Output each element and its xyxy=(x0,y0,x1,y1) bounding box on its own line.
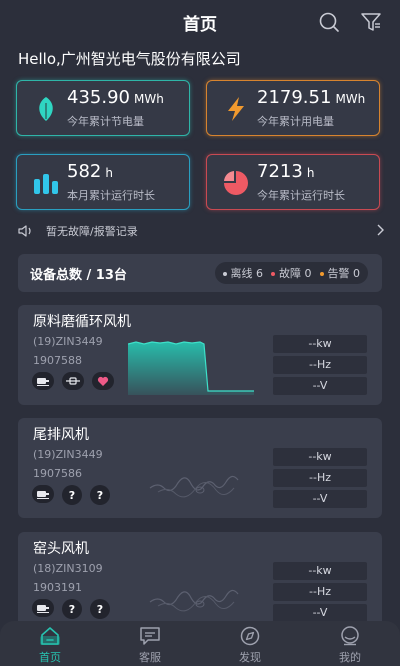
stat-label: 今年累计节电量 xyxy=(67,115,144,128)
tab-customer-service[interactable]: 客服 xyxy=(100,621,200,666)
tab-home[interactable]: 首页 xyxy=(0,621,100,666)
frequency-reading: --Hz xyxy=(273,356,367,374)
device-number: 1907586 xyxy=(33,467,82,480)
stat-card-energy-used[interactable]: 2179.51 MWh 今年累计用电量 xyxy=(206,80,380,136)
device-card[interactable]: 尾排风机 (19)ZIN3449 1907586 ? ? --kw --Hz -… xyxy=(18,418,382,518)
greeting-text: Hello,广州智光电气股份有限公司 xyxy=(18,50,241,68)
device-status-counts: 离线 6 故障 0 告警 0 xyxy=(214,262,368,284)
notice-text: 暂无故障/报警记录 xyxy=(46,225,138,238)
no-data-wave-illustration xyxy=(149,589,239,612)
alarm-count-label: 告警 0 xyxy=(327,267,361,280)
stat-card-monthly-runtime[interactable]: 582 h 本月累计运行时长 xyxy=(16,154,190,210)
coupling-icon xyxy=(62,372,84,390)
power-reading: --kw xyxy=(273,335,367,353)
question-icon: ? xyxy=(90,599,110,619)
question-icon: ? xyxy=(90,485,110,505)
alarm-notice-bar[interactable]: 暂无故障/报警记录 xyxy=(18,221,384,241)
motor-icon xyxy=(32,372,54,390)
heart-icon xyxy=(92,372,114,390)
stat-unit: h xyxy=(105,166,113,180)
device-name: 原料磨循环风机 xyxy=(33,314,131,330)
stat-label: 本月累计运行时长 xyxy=(67,189,155,202)
alarm-count: 告警 0 xyxy=(319,265,361,281)
leaf-icon xyxy=(39,97,53,121)
frequency-reading: --Hz xyxy=(273,583,367,601)
device-name: 窑头风机 xyxy=(33,541,89,557)
lightning-icon xyxy=(228,97,244,121)
frequency-reading: --Hz xyxy=(273,469,367,487)
power-reading: --kw xyxy=(273,448,367,466)
device-name: 尾排风机 xyxy=(33,427,89,443)
top-header: 首页 xyxy=(0,0,400,44)
offline-count-label: 离线 6 xyxy=(230,267,264,280)
profile-icon xyxy=(341,626,359,646)
tab-label: 发现 xyxy=(239,651,261,664)
device-number: 1903191 xyxy=(33,581,82,594)
stat-label: 今年累计运行时长 xyxy=(257,189,345,202)
home-icon xyxy=(40,627,60,645)
question-icon: ? xyxy=(62,599,82,619)
pie-chart-icon xyxy=(224,171,248,195)
voltage-reading: --V xyxy=(273,377,367,395)
stat-unit: MWh xyxy=(133,92,164,106)
compass-icon xyxy=(240,626,260,646)
fault-count-label: 故障 0 xyxy=(279,267,312,280)
tab-profile[interactable]: 我的 xyxy=(300,621,400,666)
tab-label: 我的 xyxy=(339,651,361,664)
device-code: (19)ZIN3449 xyxy=(33,448,103,461)
device-code: (18)ZIN3109 xyxy=(33,562,103,575)
search-icon[interactable] xyxy=(318,11,340,33)
stat-value: 7213 xyxy=(257,161,303,182)
bottom-tab-bar: 首页 客服 发现 我的 xyxy=(0,621,400,666)
stat-card-energy-saved[interactable]: 435.90 MWh 今年累计节电量 xyxy=(16,80,190,136)
no-data-wave-illustration xyxy=(149,475,239,498)
stat-value: 435.90 xyxy=(67,87,130,108)
power-reading: --kw xyxy=(273,562,367,580)
stat-value: 2179.51 xyxy=(257,87,332,108)
page-title: 首页 xyxy=(183,14,217,35)
device-number: 1907588 xyxy=(33,354,82,367)
tab-discover[interactable]: 发现 xyxy=(200,621,300,666)
device-code: (19)ZIN3449 xyxy=(33,335,103,348)
chevron-right-icon xyxy=(377,224,384,236)
device-card[interactable]: 原料磨循环风机 (19)ZIN3449 1907588 --kw --Hz --… xyxy=(18,305,382,405)
stat-unit: MWh xyxy=(335,92,366,106)
stat-value: 582 xyxy=(67,161,102,182)
filter-icon[interactable] xyxy=(360,11,382,33)
question-icon: ? xyxy=(62,485,82,505)
bar-chart-icon xyxy=(34,174,58,194)
fault-count: 故障 0 xyxy=(271,265,312,281)
device-total: 设备总数 / 13台 xyxy=(30,268,127,283)
tab-label: 首页 xyxy=(39,651,61,664)
speaker-icon xyxy=(18,225,31,237)
voltage-reading: --V xyxy=(273,604,367,622)
motor-icon xyxy=(32,485,54,503)
offline-count: 离线 6 xyxy=(222,265,264,281)
tab-label: 客服 xyxy=(139,651,161,664)
stat-label: 今年累计用电量 xyxy=(257,115,334,128)
voltage-reading: --V xyxy=(273,490,367,508)
device-card[interactable]: 窑头风机 (18)ZIN3109 1903191 ? ? --kw --Hz -… xyxy=(18,532,382,632)
stat-card-yearly-runtime[interactable]: 7213 h 今年累计运行时长 xyxy=(206,154,380,210)
stat-unit: h xyxy=(306,166,315,180)
device-summary: 设备总数 / 13台 离线 6 故障 0 告警 0 xyxy=(18,254,382,292)
message-icon xyxy=(140,627,160,645)
power-trend-chart xyxy=(128,341,254,395)
motor-icon xyxy=(32,599,54,617)
